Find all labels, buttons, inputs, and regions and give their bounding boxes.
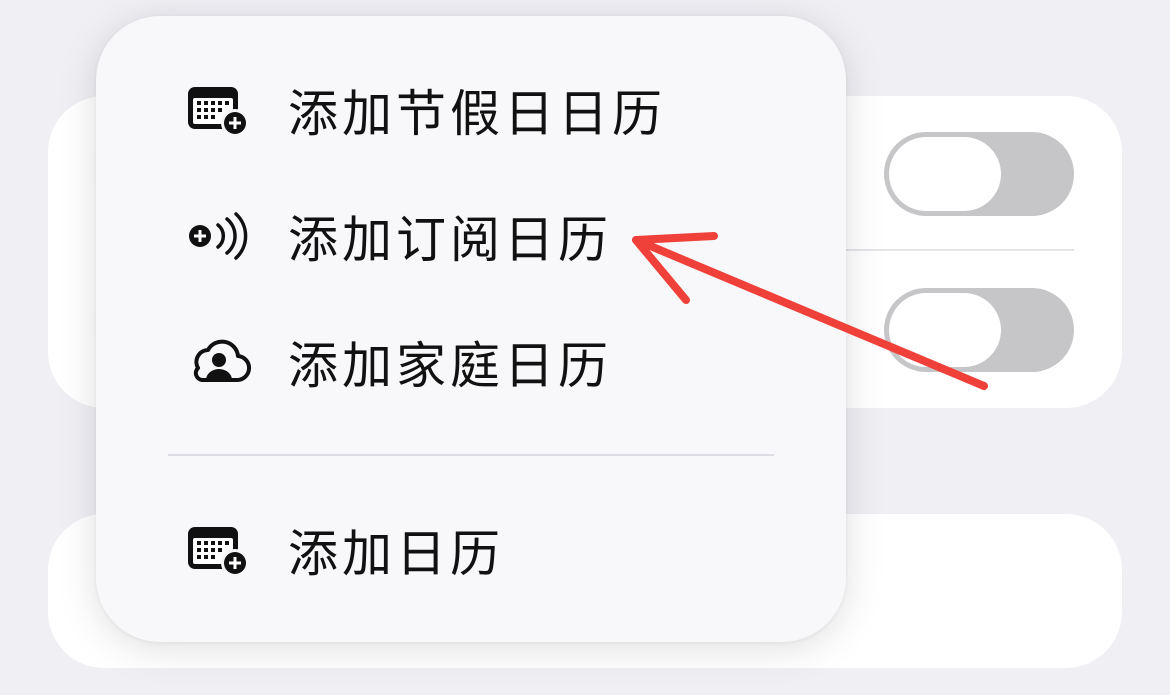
subscription-broadcast-icon — [184, 204, 254, 268]
menu-divider — [168, 454, 774, 456]
menu-item-label: 添加节假日日历 — [288, 85, 666, 143]
row-divider — [840, 249, 1074, 251]
calendar-add-icon — [184, 518, 254, 582]
toggle-switch[interactable] — [884, 132, 1074, 216]
menu-item-add-holiday-calendar[interactable]: 添加节假日日历 — [96, 60, 846, 160]
toggle-knob — [889, 293, 1001, 367]
menu-item-add-subscribed-calendar[interactable]: 添加订阅日历 — [96, 186, 846, 286]
toggle-switch[interactable] — [884, 288, 1074, 372]
menu-item-add-family-calendar[interactable]: 添加家庭日历 — [96, 312, 846, 412]
add-calendar-menu: 添加节假日日历 添加订阅日历 添加家庭日历 添加日历 — [96, 16, 846, 642]
toggle-knob — [889, 137, 1001, 211]
menu-item-add-calendar[interactable]: 添加日历 — [96, 500, 846, 600]
screen: 添加节假日日历 添加订阅日历 添加家庭日历 添加日历 — [0, 0, 1170, 695]
menu-item-label: 添加订阅日历 — [288, 211, 612, 269]
family-cloud-icon — [184, 330, 254, 394]
menu-item-label: 添加日历 — [288, 525, 504, 583]
calendar-add-icon — [184, 78, 254, 142]
menu-item-label: 添加家庭日历 — [288, 337, 612, 395]
